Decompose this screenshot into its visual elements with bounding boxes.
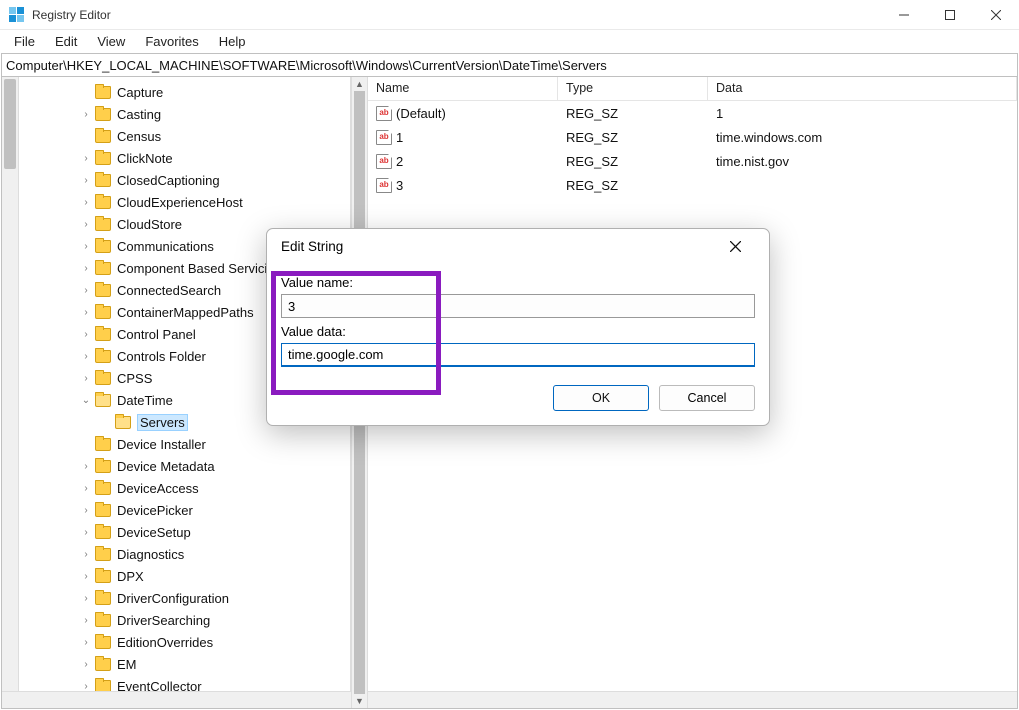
edit-string-dialog: Edit String Value name: Value data: OK C… — [266, 228, 770, 426]
value-data-input[interactable] — [281, 343, 755, 367]
value-name-input[interactable] — [281, 294, 755, 318]
dialog-overlay: Edit String Value name: Value data: OK C… — [0, 0, 1019, 710]
value-data-label: Value data: — [281, 324, 755, 339]
dialog-close-button[interactable] — [715, 230, 755, 262]
dialog-title: Edit String — [281, 239, 343, 254]
value-name-label: Value name: — [281, 275, 755, 290]
ok-button[interactable]: OK — [553, 385, 649, 411]
cancel-button[interactable]: Cancel — [659, 385, 755, 411]
